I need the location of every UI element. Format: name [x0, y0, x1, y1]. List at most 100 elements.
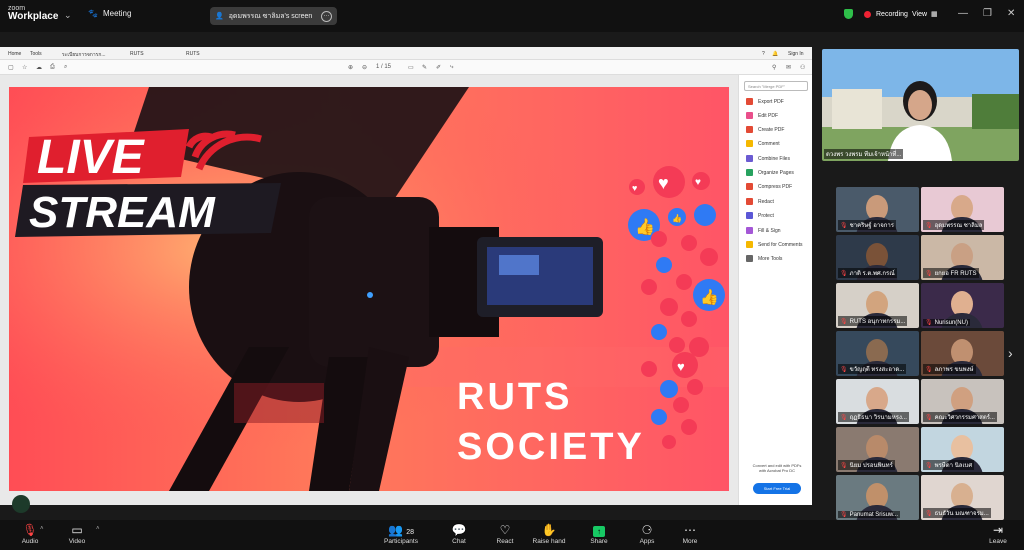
- participant-tile[interactable]: 🎙 ชาคริษฐ์ อาจการ: [836, 187, 919, 232]
- chevron-right-icon[interactable]: ›: [1008, 345, 1013, 361]
- sign-in-link[interactable]: Sign In: [788, 51, 804, 57]
- meeting-label: Meeting: [102, 9, 132, 18]
- participant-name-text: ชาคริษฐ์ อาจการ: [849, 223, 894, 229]
- participant-tile[interactable]: 🎙 ลภาพร ขนพงษ์: [921, 331, 1004, 376]
- tool-protect[interactable]: Protect: [746, 212, 774, 219]
- tool-create-pdf[interactable]: Create PDF: [746, 126, 784, 133]
- muted-microphone-icon: 🎙: [840, 367, 848, 373]
- participant-tile[interactable]: 🎙 คณะวิศวกรรมศาสตร์...: [921, 379, 1004, 424]
- search-icon[interactable]: ⌕: [64, 64, 67, 71]
- more-button[interactable]: ⋯ More: [660, 522, 720, 545]
- tab-document-2[interactable]: RUTS: [130, 51, 144, 57]
- video-label: Video: [68, 538, 86, 545]
- tool-label: Comment: [758, 140, 780, 147]
- participant-name: 🎙 ธนธัวัน มณฑาจรม...: [923, 508, 991, 518]
- tab-document-1[interactable]: ระเบียบการจการก...: [62, 51, 106, 59]
- participant-tile[interactable]: 🎙 ฤฏธิธนา วิรนามหรง...: [836, 379, 919, 424]
- tools-search-input[interactable]: Search "Merge PDF": [744, 81, 808, 91]
- view-button[interactable]: View ▦: [912, 10, 938, 19]
- more-tools-icon: [746, 255, 753, 262]
- edit-pdf-icon: [746, 112, 753, 119]
- tool-edit-pdf[interactable]: Edit PDF: [746, 112, 778, 119]
- help-icon[interactable]: ?: [762, 51, 765, 57]
- participant-tile[interactable]: 🎙 นิยม ปรอนพินทร์: [836, 427, 919, 472]
- meeting-menu[interactable]: 🐾 Meeting: [88, 9, 131, 18]
- zoom-logo[interactable]: zoom Workplace: [8, 5, 58, 22]
- tool-send-for-comments[interactable]: Send for Comments: [746, 241, 802, 248]
- share-file-icon[interactable]: ⚲: [772, 64, 776, 71]
- participant-tile[interactable]: 🎙 ภาติ ร.ต.พศ.กรณ์: [836, 235, 919, 280]
- view-label: View: [912, 10, 928, 18]
- participant-tile[interactable]: 🎙 Panumat Srisuw...: [836, 475, 919, 520]
- tool-comment[interactable]: Comment: [746, 140, 780, 147]
- participant-tile[interactable]: 🎙 Nurisun(NU): [921, 283, 1004, 328]
- tool-fill-sign[interactable]: Fill & Sign: [746, 227, 781, 234]
- tab-tools[interactable]: Tools: [30, 51, 42, 57]
- svg-text:♥: ♥: [632, 183, 637, 193]
- participant-name: 🎙 ลภาพร ขนพงษ์: [923, 364, 976, 374]
- tool-label: Protect: [758, 212, 774, 219]
- participant-tile[interactable]: 🎙 ธนธัวัน มณฑาจรม...: [921, 475, 1004, 520]
- page-down-icon[interactable]: ⊖: [362, 64, 367, 71]
- participants-button[interactable]: 👥 28 Participants: [371, 522, 431, 545]
- more-options-icon[interactable]: ···: [321, 10, 332, 22]
- tool-label: Send for Comments: [758, 241, 803, 248]
- tab-document-3[interactable]: RUTS: [186, 51, 200, 57]
- print-icon[interactable]: ⎙: [50, 64, 55, 71]
- muted-microphone-icon: 🎙: [925, 320, 933, 326]
- muted-microphone-icon: 🎙: [840, 223, 848, 229]
- participant-tile[interactable]: 🎙 ขวัญฤดี ทรงสะอาด...: [836, 331, 919, 376]
- pen-icon[interactable]: ✎: [422, 64, 427, 71]
- document-page[interactable]: LIVE STREAM ♥ ♥ ♥ 👍 👍 👍 ♥ RUTS SOCIETY: [9, 87, 729, 491]
- acrobat-toolbar: ▢ ☆ ☁ ⎙ ⌕ ⊕ ⊖ 1 / 15 ▭ ✎ ✐ ⤷ ⚲ ✉ ⚇: [0, 60, 812, 75]
- participants-label: Participants: [384, 538, 418, 545]
- tool-label: Edit PDF: [758, 112, 779, 119]
- sign-icon[interactable]: ⤷: [450, 64, 453, 71]
- slide-ruts-text: RUTS: [457, 376, 572, 418]
- bell-icon[interactable]: 🔔: [772, 51, 778, 57]
- tab-home[interactable]: Home: [8, 51, 21, 57]
- save-icon[interactable]: ▢: [8, 64, 14, 71]
- participant-tile[interactable]: 🎙 อุดมพรรณ ซาลิมล: [921, 187, 1004, 232]
- participant-name: 🎙 Nurisun(NU): [923, 319, 970, 326]
- star-icon[interactable]: ☆: [22, 64, 27, 71]
- logo-text: Workplace: [8, 11, 59, 22]
- tool-more-tools[interactable]: More Tools: [746, 255, 782, 262]
- start-trial-button[interactable]: Start Free Trial: [753, 483, 801, 494]
- participant-tile[interactable]: 🎙 ยกยอ FR RUTS: [921, 235, 1004, 280]
- participant-tile[interactable]: 🎙 พรษีดา นิลเบศ: [921, 427, 1004, 472]
- restore-icon[interactable]: ❐: [983, 8, 992, 19]
- muted-microphone-icon: 🎙: [840, 415, 848, 421]
- annotation-icon[interactable]: [12, 495, 30, 513]
- tool-organize-pages[interactable]: Organize Pages: [746, 169, 794, 176]
- tool-export-pdf[interactable]: Export PDF: [746, 98, 784, 105]
- user-settings-icon[interactable]: ⚇: [800, 64, 805, 71]
- recording-dot-icon: [864, 10, 871, 18]
- screen-share-indicator[interactable]: 👤 อุดมพรรณ ซาลิมล's screen ···: [210, 7, 337, 25]
- svg-text:♥: ♥: [677, 359, 685, 374]
- close-icon[interactable]: ✕: [1007, 8, 1015, 19]
- muted-microphone-icon: 🎙: [840, 319, 848, 325]
- compress-pdf-icon: [746, 183, 753, 190]
- mail-icon[interactable]: ✉: [786, 64, 791, 71]
- highlight-icon[interactable]: ✐: [436, 64, 441, 71]
- muted-microphone-icon: 🎙: [925, 463, 933, 469]
- participant-name: 🎙 RUTS อนุกาทกรรม...: [838, 316, 908, 326]
- minimize-icon[interactable]: —: [958, 8, 968, 19]
- tool-redact[interactable]: Redact: [746, 198, 774, 205]
- page-up-icon[interactable]: ⊕: [348, 64, 353, 71]
- participant-name: 🎙 พรษีดา นิลเบศ: [923, 460, 975, 470]
- leave-button[interactable]: ⇥ Leave: [968, 522, 1024, 545]
- active-speaker-video[interactable]: ดวงพร วงพรม ทีมเจ้าหน้าที่...: [822, 49, 1019, 161]
- participant-tile[interactable]: 🎙 RUTS อนุกาทกรรม...: [836, 283, 919, 328]
- apps-label: Apps: [639, 538, 655, 545]
- page-indicator[interactable]: 1 / 15: [376, 64, 391, 70]
- cloud-icon[interactable]: ☁: [36, 64, 42, 71]
- leave-label: Leave: [989, 538, 1007, 545]
- tool-combine-files[interactable]: Combine Files: [746, 155, 790, 162]
- tool-compress-pdf[interactable]: Compress PDF: [746, 183, 792, 190]
- chevron-up-icon: ˄: [40, 526, 44, 532]
- comment-icon[interactable]: ▭: [408, 64, 414, 71]
- chevron-down-icon[interactable]: ⌄: [64, 10, 72, 21]
- recording-status[interactable]: Recording: [844, 9, 908, 19]
